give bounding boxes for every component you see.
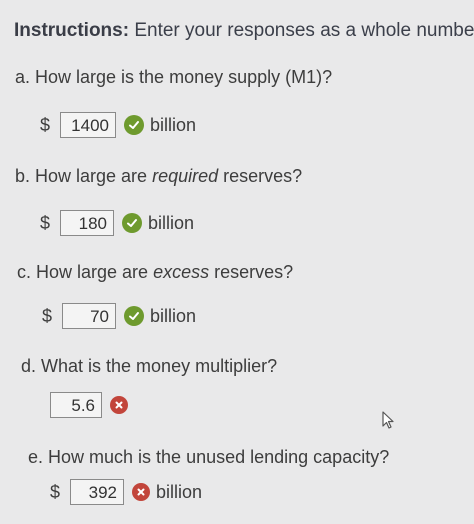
check-circle-icon (124, 115, 144, 135)
answer-a-input[interactable]: 1400 (60, 112, 116, 138)
currency-symbol: $ (39, 114, 50, 135)
question-d-prompt: d. What is the money multiplier? (21, 356, 278, 376)
answer-row-d: 5.6 (50, 392, 128, 418)
currency-symbol: $ (41, 305, 52, 326)
question-e-prompt: e. How much is the unused lending capaci… (28, 447, 390, 467)
question-c-prompt: c. How large are excess reserves? (17, 262, 293, 283)
question-a-prompt: a. How large is the money supply (M1)? (15, 67, 333, 87)
check-circle-icon (122, 213, 142, 233)
answer-row-a: $ 1400 billion (38, 112, 196, 138)
currency-symbol: $ (39, 212, 50, 233)
question-b-text-end: reserves? (218, 166, 303, 186)
answer-b-input[interactable]: 180 (60, 210, 114, 236)
question-c-text-end: reserves? (209, 262, 294, 282)
unit-label: billion (150, 114, 197, 135)
answer-row-c: $ 70 billion (40, 303, 196, 329)
unit-label: billion (148, 212, 195, 233)
answer-row-b: $ 180 billion (38, 210, 194, 236)
answer-row-e: $ 392 billion (48, 479, 202, 505)
question-b-text: b. How large are (15, 166, 153, 186)
mouse-pointer-icon (381, 410, 397, 435)
currency-symbol: $ (49, 481, 60, 502)
instructions-label: Instructions: (14, 20, 130, 41)
question-c-text: c. How large are (17, 262, 154, 282)
question-c-emphasis: excess (153, 262, 210, 282)
answer-d-input[interactable]: 5.6 (50, 392, 102, 418)
unit-label: billion (150, 305, 197, 326)
instructions-line: Instructions: Enter your responses as a … (14, 20, 474, 42)
question-b-prompt: b. How large are required reserves? (15, 166, 302, 187)
unit-label: billion (156, 481, 203, 502)
instructions-text: Enter your responses as a whole number. (134, 20, 474, 41)
answer-c-input[interactable]: 70 (62, 303, 116, 329)
x-circle-icon (132, 483, 150, 501)
question-b-emphasis: required (152, 166, 219, 186)
x-circle-icon (110, 396, 128, 414)
check-circle-icon (124, 306, 144, 326)
answer-e-input[interactable]: 392 (70, 479, 124, 505)
